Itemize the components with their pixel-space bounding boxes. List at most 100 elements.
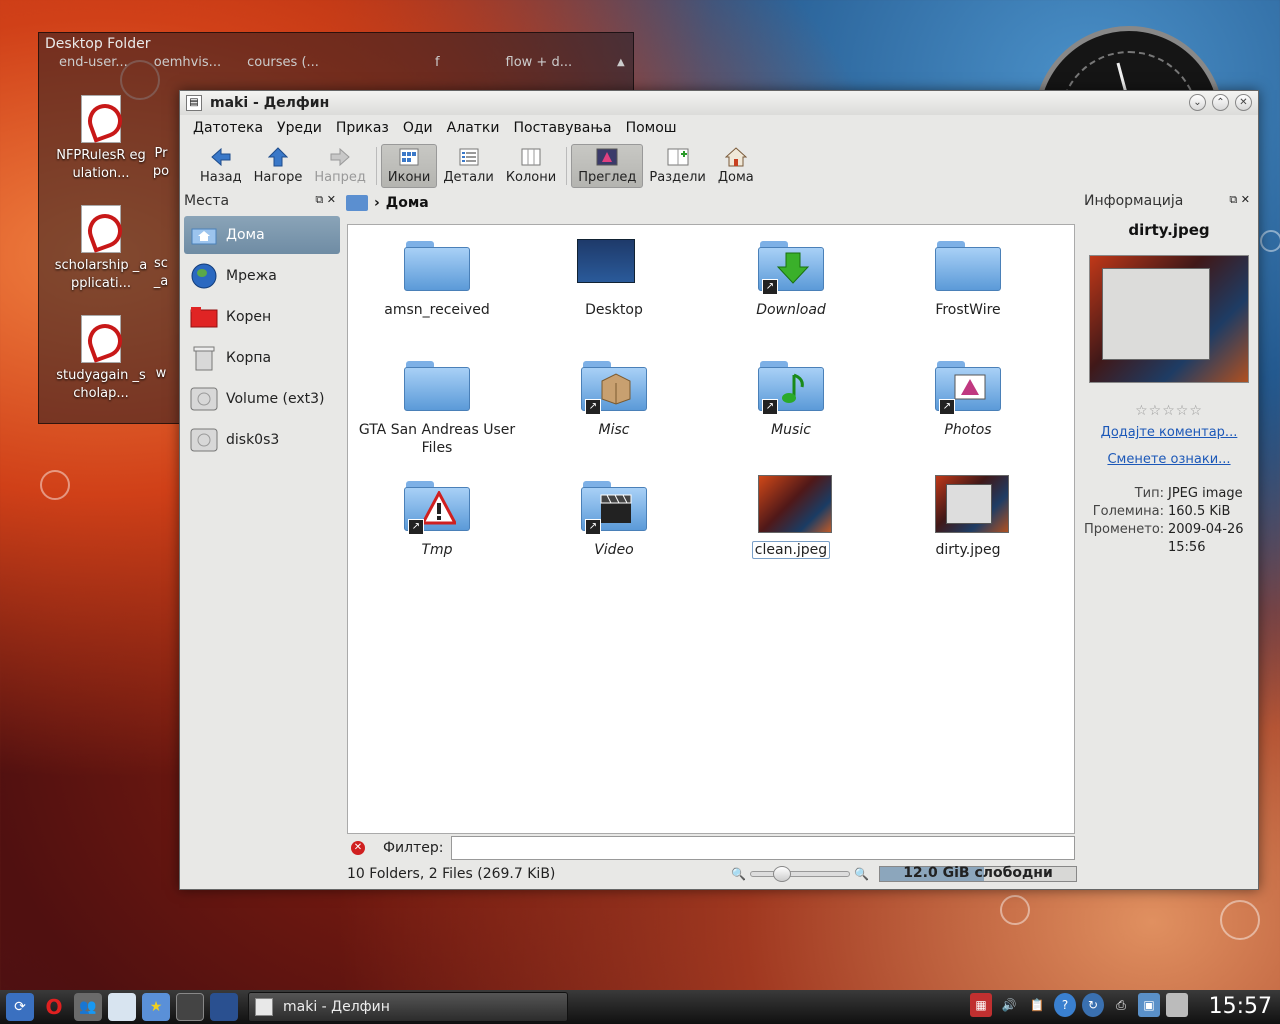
kde-menu-icon[interactable]: ⟳ [6, 993, 34, 1021]
panel-float-close-icon[interactable]: ⧉ ✕ [315, 193, 336, 213]
zoom-out-icon[interactable]: 🔍 [731, 867, 746, 881]
menu-help[interactable]: Помош [619, 120, 684, 136]
desktop-file[interactable]: courses (... [247, 55, 319, 70]
trash-icon[interactable] [1166, 993, 1188, 1017]
place-home[interactable]: Дома [184, 216, 340, 254]
zoom-slider-handle[interactable] [773, 866, 792, 882]
window-title: maki - Делфин [210, 95, 330, 111]
maximize-icon[interactable]: ⌃ [1212, 94, 1229, 111]
clipboard-icon[interactable]: 📋 [1026, 993, 1048, 1017]
window-controls: ⌄ ⌃ ✕ [1189, 94, 1252, 111]
volume-icon[interactable]: 🔊 [998, 993, 1020, 1017]
desktop-pager-icon[interactable] [176, 993, 204, 1021]
desktop-pdf-file[interactable]: NFPRulesR egulation... [53, 95, 149, 183]
folder-item[interactable]: ↗ Photos [883, 353, 1053, 439]
forward-button[interactable]: Напред [308, 144, 371, 188]
folder-item[interactable]: GTA San Andreas User Files [352, 353, 522, 457]
folder-item[interactable]: Desktop [529, 233, 699, 319]
folder-star-icon[interactable]: ★ [142, 993, 170, 1021]
columns-view-button[interactable]: Колони [500, 144, 562, 188]
desktop-file[interactable]: end-user... [59, 55, 128, 70]
desktop-file[interactable]: flow + d... [506, 55, 573, 70]
taskbar-clock[interactable]: 15:57 [1209, 994, 1272, 1019]
breadcrumb-home-icon[interactable] [346, 195, 368, 211]
filter-input[interactable] [451, 836, 1075, 860]
close-icon[interactable]: ✕ [1235, 94, 1252, 111]
file-view[interactable]: amsn_received Desktop ↗ Download FrostWi… [347, 224, 1075, 834]
show-desktop-icon[interactable] [210, 993, 238, 1021]
download-folder-icon: ↗ [758, 233, 824, 295]
place-network[interactable]: Мрежа [184, 257, 340, 295]
bubble [1220, 900, 1260, 940]
desktop-folder-title: Desktop Folder [45, 36, 151, 52]
folder-item[interactable]: ↗ Misc [529, 353, 699, 439]
icons-view-button[interactable]: Икони [380, 144, 438, 188]
details-view-button[interactable]: Детали [437, 144, 499, 188]
download-arrow-icon [776, 252, 810, 284]
image-file-item[interactable]: dirty.jpeg [883, 473, 1053, 559]
update-icon[interactable]: ↻ [1082, 993, 1104, 1017]
image-file-item[interactable]: clean.jpeg [706, 473, 876, 559]
place-volume[interactable]: Volume (ext3) [184, 380, 340, 418]
folder-item[interactable]: ↗ Tmp [352, 473, 522, 559]
menu-go[interactable]: Оди [396, 120, 440, 136]
place-root[interactable]: Корен [184, 298, 340, 336]
place-label: Корпа [226, 350, 272, 366]
up-button[interactable]: Нагоре [248, 144, 309, 188]
clapperboard-icon [600, 494, 632, 523]
folder-item[interactable]: ↗ Video [529, 473, 699, 559]
folder-item[interactable]: amsn_received [352, 233, 522, 319]
bubble [40, 470, 70, 500]
clear-filter-icon[interactable]: ✕ [351, 841, 365, 855]
pdf-icon [81, 315, 121, 363]
preview-button[interactable]: Преглед [571, 144, 644, 188]
place-trash[interactable]: Корпа [184, 339, 340, 377]
minimize-icon[interactable]: ⌄ [1189, 94, 1206, 111]
rating-stars[interactable]: ☆☆☆☆☆ [1084, 403, 1254, 419]
menu-tools[interactable]: Алатки [440, 120, 507, 136]
breadcrumb-current[interactable]: Дома [386, 195, 429, 211]
desktop-pdf-file[interactable]: scholarship _applicati... [53, 205, 149, 293]
link-badge-icon: ↗ [408, 519, 424, 535]
home-button[interactable]: Дома [712, 144, 760, 188]
desktop-file-partial[interactable]: Pr po [151, 145, 171, 181]
desktop-file-partial[interactable]: sc _a [151, 255, 171, 291]
preview-label: Преглед [578, 170, 637, 185]
scroll-up-icon[interactable]: ▲ [617, 57, 629, 71]
notepad-icon[interactable] [108, 993, 136, 1021]
users-icon[interactable]: 👥 [74, 993, 102, 1021]
keyboard-layout-flag-icon[interactable]: ▦ [970, 993, 992, 1017]
property-key: Променето: [1084, 522, 1165, 537]
misc-folder-icon: ↗ [581, 353, 647, 415]
zoom-in-icon[interactable]: 🔍 [854, 867, 869, 881]
app-icon[interactable]: ▤ [186, 95, 202, 111]
menu-settings[interactable]: Поставувања [507, 120, 619, 136]
desktop-file-partial[interactable]: w [151, 365, 171, 383]
desktop-file[interactable]: f [435, 55, 440, 70]
network-icon[interactable]: ? [1054, 993, 1076, 1017]
menu-file[interactable]: Датотека [186, 120, 270, 136]
add-comment-link[interactable]: Додајте коментар... [1084, 425, 1254, 440]
menu-view[interactable]: Приказ [329, 120, 396, 136]
places-panel: Места ⧉ ✕ Дома Мрежа Корен Корпа Volume … [184, 193, 340, 653]
display-icon[interactable]: ▣ [1138, 993, 1160, 1017]
folder-item[interactable]: ↗ Download [706, 233, 876, 319]
change-tags-link[interactable]: Сменете ознаки... [1084, 452, 1254, 467]
folder-icon [935, 233, 1001, 295]
window-titlebar[interactable]: ▤ maki - Делфин ⌄ ⌃ ✕ [180, 91, 1258, 115]
folder-item[interactable]: FrostWire [883, 233, 1053, 319]
folder-item[interactable]: ↗ Music [706, 353, 876, 439]
file-properties: Тип: JPEG image Големина: 160.5 KiB Пром… [1084, 485, 1254, 557]
desktop-file[interactable]: oemhvis... [154, 55, 221, 70]
place-disk[interactable]: disk0s3 [184, 421, 340, 459]
menu-edit[interactable]: Уреди [270, 120, 329, 136]
opera-icon[interactable]: O [40, 993, 68, 1021]
task-dolphin[interactable]: maki - Делфин [248, 992, 568, 1022]
printer-icon[interactable]: ⎙ [1110, 993, 1132, 1017]
zoom-slider[interactable] [750, 866, 851, 882]
desktop-pdf-file[interactable]: studyagain _scholap... [53, 315, 149, 403]
music-folder-icon: ↗ [758, 353, 824, 415]
back-button[interactable]: Назад [194, 144, 248, 188]
split-button[interactable]: Раздели [643, 144, 711, 188]
panel-float-close-icon[interactable]: ⧉ ✕ [1229, 193, 1250, 213]
